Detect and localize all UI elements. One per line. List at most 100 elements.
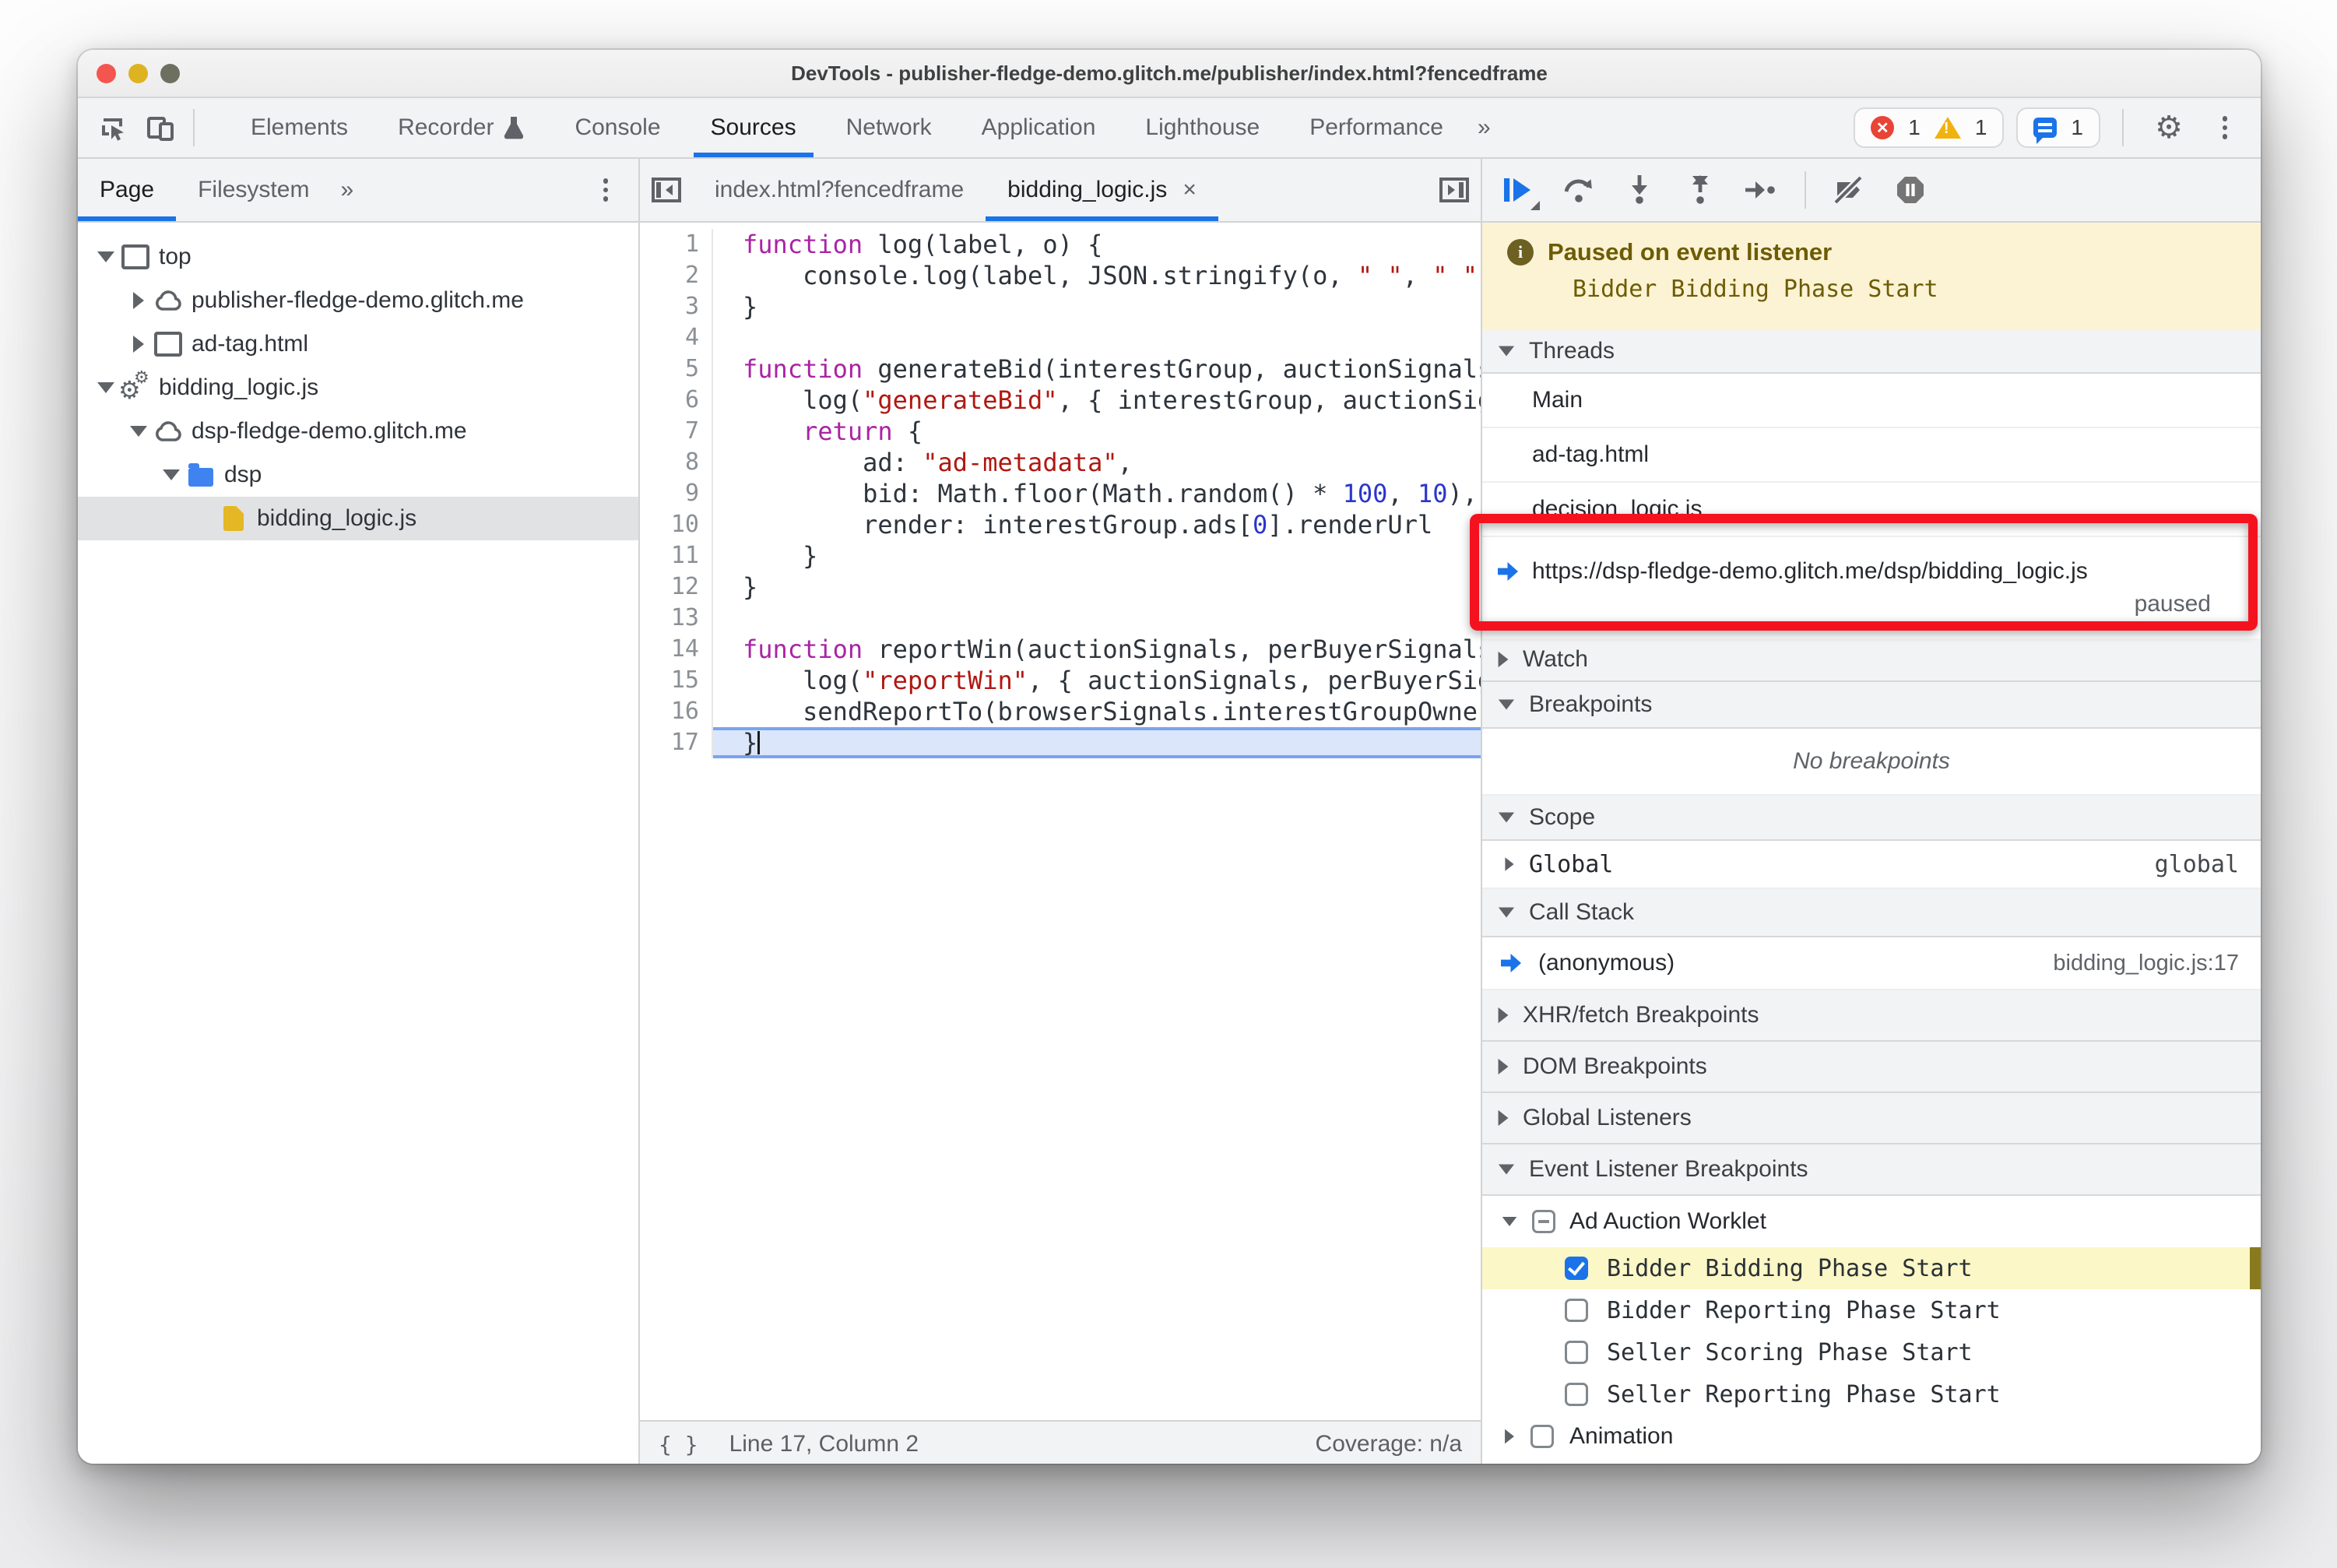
code-editor[interactable]: 1 function log(label, o) {2 console.log(l… (640, 223, 1481, 1420)
tab-console[interactable]: Console (550, 98, 685, 157)
section-scope[interactable]: Scope (1482, 796, 2261, 841)
more-panels-chevron-icon[interactable]: » (1468, 114, 1500, 141)
tab-lighthouse[interactable]: Lighthouse (1120, 98, 1284, 157)
thread-item[interactable]: Main (1482, 374, 2261, 428)
zoom-window-button[interactable] (160, 64, 180, 83)
pause-on-exceptions-button[interactable] (1893, 173, 1928, 207)
elb-group-ad-auction-worklet[interactable]: Ad Auction Worklet (1482, 1196, 2261, 1247)
line-number[interactable]: 4 (640, 322, 699, 353)
line-number[interactable]: 12 (640, 571, 699, 603)
device-toolbar-icon[interactable] (137, 104, 184, 151)
pretty-print-button[interactable]: { } (659, 1432, 698, 1457)
section-dom-breakpoints[interactable]: DOM Breakpoints (1482, 1042, 2261, 1093)
tab-performance[interactable]: Performance (1284, 98, 1468, 157)
checked-checkbox[interactable] (1565, 1257, 1588, 1280)
unchecked-checkbox[interactable] (1565, 1383, 1588, 1406)
indeterminate-checkbox[interactable] (1532, 1210, 1555, 1233)
tab-network[interactable]: Network (821, 98, 957, 157)
expand-arrow-icon[interactable] (93, 251, 118, 262)
call-stack-frame[interactable]: (anonymous) bidding_logic.js:17 (1482, 937, 2261, 990)
errors-warnings-badge[interactable]: ✕ 1 1 (1854, 107, 2005, 148)
section-threads[interactable]: Threads (1482, 330, 2261, 374)
section-call-stack[interactable]: Call Stack (1482, 889, 2261, 937)
unchecked-checkbox[interactable] (1565, 1299, 1588, 1322)
more-navigator-tabs-icon[interactable]: » (331, 177, 363, 203)
tab-recorder[interactable]: Recorder (373, 98, 550, 157)
tab-application[interactable]: Application (957, 98, 1121, 157)
tab-sources[interactable]: Sources (686, 98, 821, 157)
tab-elements[interactable]: Elements (226, 98, 373, 157)
line-number[interactable]: 3 (640, 291, 699, 322)
expand-arrow-icon[interactable] (93, 382, 118, 393)
elb-item[interactable]: Seller Reporting Phase Start (1482, 1373, 2261, 1415)
customize-menu-icon[interactable] (2205, 116, 2245, 139)
expand-arrow-icon[interactable] (126, 336, 151, 353)
tree-item-publisher-origin[interactable]: publisher-fledge-demo.glitch.me (78, 279, 638, 322)
inspect-element-icon[interactable] (90, 104, 137, 151)
section-watch[interactable]: Watch (1482, 638, 2261, 682)
expand-arrow-icon[interactable] (126, 426, 151, 437)
tab-filesystem[interactable]: Filesystem (176, 159, 331, 221)
next-editor-tab-icon[interactable] (1428, 159, 1481, 221)
step-into-button[interactable] (1622, 173, 1657, 207)
line-number[interactable]: 14 (640, 634, 699, 665)
line-number[interactable]: 1 (640, 229, 699, 260)
screen: DevTools - publisher-fledge-demo.glitch.… (0, 0, 2337, 1568)
editor-tab-index-html[interactable]: index.html?fencedframe (693, 159, 986, 221)
error-icon: ✕ (1871, 116, 1895, 139)
tree-item-dsp-folder[interactable]: dsp (78, 453, 638, 497)
toolbar-right: ✕ 1 1 1 ⚙ (1854, 104, 2245, 151)
minimize-window-button[interactable] (128, 64, 148, 83)
line-number[interactable]: 15 (640, 665, 699, 696)
section-breakpoints[interactable]: Breakpoints (1482, 682, 2261, 729)
elb-item[interactable]: Bidder Bidding Phase Start (1482, 1247, 2261, 1289)
close-window-button[interactable] (97, 64, 116, 83)
step-over-button[interactable] (1562, 173, 1596, 207)
tree-item-dsp-origin[interactable]: dsp-fledge-demo.glitch.me (78, 410, 638, 453)
deactivate-breakpoints-button[interactable] (1833, 173, 1867, 207)
section-event-listener-breakpoints[interactable]: Event Listener Breakpoints (1482, 1144, 2261, 1196)
tree-item-worklet[interactable]: ⚙ ⚙ bidding_logic.js (78, 366, 638, 410)
unchecked-checkbox[interactable] (1530, 1425, 1554, 1448)
scope-item-global[interactable]: Global global (1482, 841, 2261, 889)
line-number[interactable]: 17 (640, 727, 699, 758)
hide-navigator-icon[interactable] (640, 159, 693, 221)
tree-item-bidding-logic-file[interactable]: bidding_logic.js (78, 497, 638, 540)
line-number[interactable]: 8 (640, 447, 699, 478)
section-global-listeners[interactable]: Global Listeners (1482, 1093, 2261, 1144)
code-line: 1 function log(label, o) { (640, 229, 1481, 260)
elb-category[interactable]: Animation (1482, 1415, 2261, 1457)
thread-item[interactable]: decision_logic.js (1482, 483, 2261, 537)
step-button[interactable] (1744, 173, 1778, 207)
settings-gear-icon[interactable]: ⚙ (2145, 104, 2192, 151)
elb-item[interactable]: Seller Scoring Phase Start (1482, 1331, 2261, 1373)
line-number[interactable]: 6 (640, 385, 699, 416)
issues-badge[interactable]: 1 (2016, 107, 2100, 148)
line-number[interactable]: 5 (640, 353, 699, 385)
coverage-status: Coverage: n/a (1315, 1431, 1462, 1457)
close-tab-icon[interactable]: × (1183, 177, 1197, 203)
elb-item[interactable]: Bidder Reporting Phase Start (1482, 1289, 2261, 1331)
line-number[interactable]: 16 (640, 696, 699, 727)
thread-item-active[interactable]: https://dsp-fledge-demo.glitch.me/dsp/bi… (1482, 537, 2261, 638)
tab-page[interactable]: Page (78, 159, 177, 221)
line-number[interactable]: 7 (640, 416, 699, 447)
navigator-tabs: Page Filesystem » (78, 159, 638, 223)
tree-item-ad-tag[interactable]: ad-tag.html (78, 322, 638, 366)
unchecked-checkbox[interactable] (1565, 1341, 1588, 1364)
section-xhr-breakpoints[interactable]: XHR/fetch Breakpoints (1482, 990, 2261, 1042)
line-number[interactable]: 9 (640, 478, 699, 509)
line-number[interactable]: 13 (640, 603, 699, 634)
expand-arrow-icon[interactable] (159, 469, 184, 480)
line-number[interactable]: 2 (640, 260, 699, 291)
editor-tab-bidding-logic[interactable]: bidding_logic.js × (986, 159, 1219, 221)
resume-script-button[interactable] (1501, 173, 1540, 210)
elb-category[interactable]: Canvas (1482, 1457, 2261, 1464)
line-number[interactable]: 11 (640, 540, 699, 571)
navigator-menu-icon[interactable] (585, 178, 626, 202)
expand-arrow-icon[interactable] (126, 292, 151, 309)
line-number[interactable]: 10 (640, 509, 699, 540)
tree-item-top[interactable]: top (78, 235, 638, 279)
step-out-button[interactable] (1683, 173, 1717, 207)
thread-item[interactable]: ad-tag.html (1482, 428, 2261, 483)
